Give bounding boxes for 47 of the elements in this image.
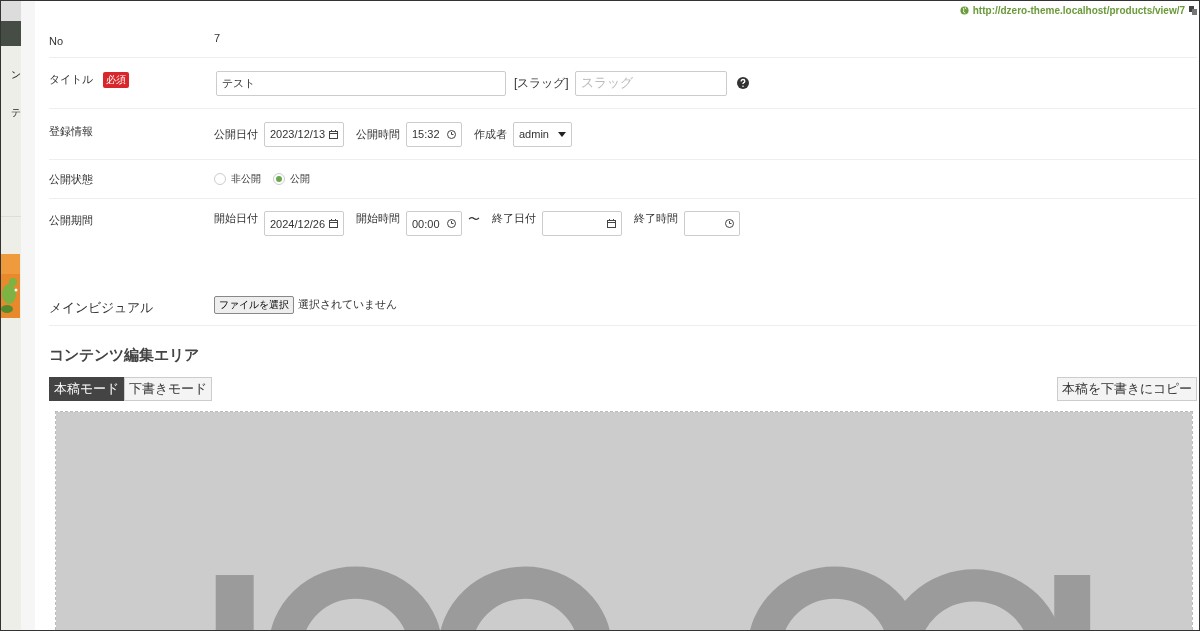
time-field[interactable] xyxy=(684,211,740,236)
globe-icon xyxy=(959,5,969,15)
copy-icon[interactable] xyxy=(1189,5,1197,15)
sidebar-item[interactable]: ン xyxy=(1,68,21,82)
time-field[interactable]: 15:32 xyxy=(406,121,462,147)
field-label: 公開期間 xyxy=(49,213,93,228)
mode-tab[interactable]: 本稿モード xyxy=(49,377,124,401)
calendar-icon xyxy=(607,219,616,228)
field-label: メインビジュアル xyxy=(49,298,153,317)
field-label: 公開状態 xyxy=(49,171,93,187)
title-field[interactable]: テスト xyxy=(216,70,506,96)
field-label: 公開時間 xyxy=(356,126,400,142)
clock-icon xyxy=(447,219,456,228)
status-radio[interactable]: 非公開 xyxy=(214,172,261,186)
section-heading: コンテンツ編集エリア xyxy=(49,346,200,365)
calendar-icon xyxy=(329,129,338,139)
field-label: 終了日付 xyxy=(492,211,536,226)
calendar-icon xyxy=(329,219,338,228)
date-field[interactable]: 2024/12/26 xyxy=(264,211,344,236)
field-label: 終了時間 xyxy=(634,211,678,226)
date-field[interactable] xyxy=(542,211,622,236)
field-label: タイトル xyxy=(49,72,93,87)
record-number: 7 xyxy=(214,32,221,44)
clock-icon xyxy=(725,219,734,228)
field-label: 登録情報 xyxy=(49,124,93,139)
clock-icon xyxy=(447,129,456,139)
author-select[interactable]: admin xyxy=(513,121,572,147)
field-label: No xyxy=(49,35,64,47)
field-label: 開始日付 xyxy=(214,211,258,226)
field-label: 開始時間 xyxy=(356,211,400,226)
file-select-button[interactable]: ファイルを選択 xyxy=(214,295,294,314)
copy-to-draft-button[interactable]: 本稿を下書きにコピー xyxy=(1057,377,1197,401)
date-field[interactable]: 2023/12/13 xyxy=(264,121,344,147)
mode-tab[interactable]: 下書きモード xyxy=(124,377,212,401)
sidebar-header xyxy=(1,1,21,21)
help-icon[interactable] xyxy=(736,77,749,89)
file-status: 選択されていません xyxy=(298,297,397,312)
status-radio[interactable]: 公開 xyxy=(273,172,310,186)
caret-icon xyxy=(558,131,566,137)
sidebar-menu-bar xyxy=(1,21,21,46)
field-label: 公開日付 xyxy=(214,126,258,142)
required-badge: 必須 xyxy=(103,72,129,88)
slug-label: [スラッグ] xyxy=(514,74,569,92)
field-label: 作成者 xyxy=(474,126,507,142)
sidebar-item[interactable]: テ xyxy=(1,106,21,120)
range-tilde: 〜 xyxy=(468,211,480,228)
time-field[interactable]: 00:00 xyxy=(406,211,462,236)
